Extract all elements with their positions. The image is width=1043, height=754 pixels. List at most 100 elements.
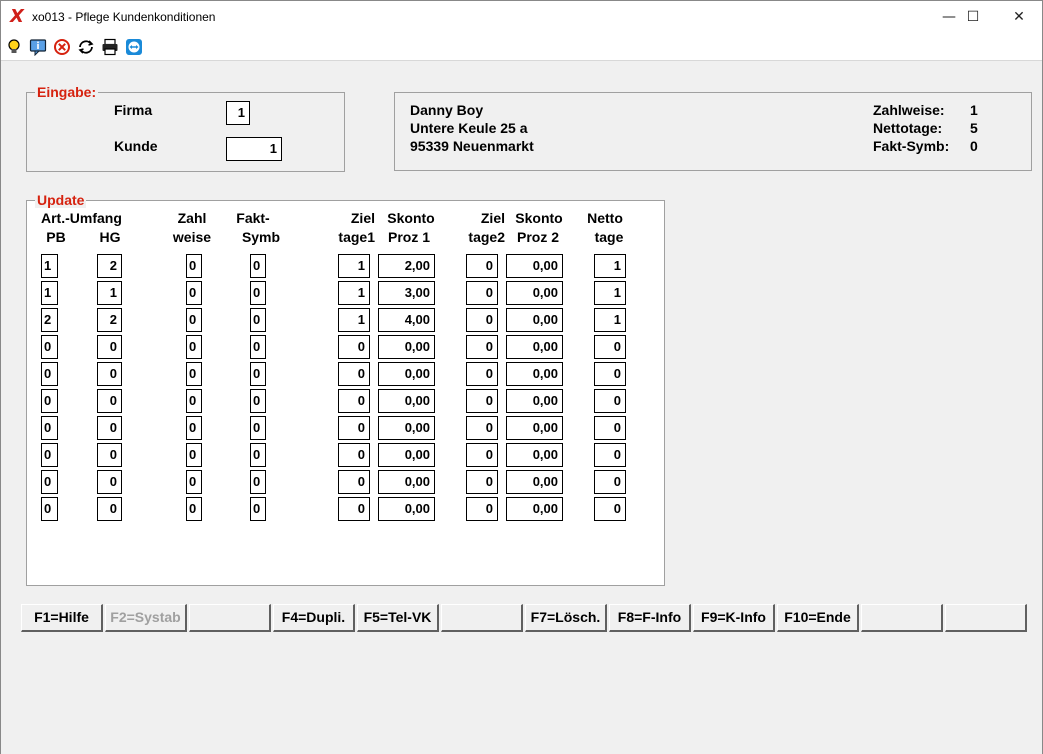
cancel-icon[interactable] xyxy=(53,38,71,56)
kunde-field[interactable]: 1 xyxy=(226,137,282,161)
skonto2-field[interactable]: 0,00 xyxy=(506,362,563,386)
hg-field[interactable]: 1 xyxy=(97,281,122,305)
hg-field[interactable]: 0 xyxy=(97,362,122,386)
skonto1-field[interactable]: 0,00 xyxy=(378,416,435,440)
pb-field[interactable]: 0 xyxy=(41,335,58,359)
fkey-f1-button[interactable]: F1=Hilfe xyxy=(21,604,103,632)
zieltage1-field[interactable]: 1 xyxy=(338,254,370,278)
nettotage-field[interactable]: 0 xyxy=(594,335,626,359)
skonto1-field[interactable]: 0,00 xyxy=(378,335,435,359)
zahlweise-field[interactable]: 0 xyxy=(186,497,202,521)
zahlweise-field[interactable]: 0 xyxy=(186,416,202,440)
teamviewer-icon[interactable] xyxy=(125,38,143,56)
faktsymb-field[interactable]: 0 xyxy=(250,281,266,305)
firma-field[interactable]: 1 xyxy=(226,101,250,125)
fkey-f9-button[interactable]: F9=K-Info xyxy=(693,604,775,632)
fkey-f10-button[interactable]: F10=Ende xyxy=(777,604,859,632)
skonto2-field[interactable]: 0,00 xyxy=(506,335,563,359)
print-icon[interactable] xyxy=(101,38,119,56)
pb-field[interactable]: 0 xyxy=(41,362,58,386)
faktsymb-field[interactable]: 0 xyxy=(250,443,266,467)
hg-field[interactable]: 0 xyxy=(97,335,122,359)
pb-field[interactable]: 0 xyxy=(41,416,58,440)
pb-field[interactable]: 0 xyxy=(41,497,58,521)
hg-field[interactable]: 0 xyxy=(97,416,122,440)
faktsymb-field[interactable]: 0 xyxy=(250,389,266,413)
skonto2-field[interactable]: 0,00 xyxy=(506,443,563,467)
zieltage2-field[interactable]: 0 xyxy=(466,389,498,413)
fkey-f8-button[interactable]: F8=F-Info xyxy=(609,604,691,632)
zahlweise-field[interactable]: 0 xyxy=(186,443,202,467)
hg-field[interactable]: 2 xyxy=(97,308,122,332)
nettotage-field[interactable]: 0 xyxy=(594,470,626,494)
nettotage-field[interactable]: 0 xyxy=(594,416,626,440)
zieltage1-field[interactable]: 0 xyxy=(338,362,370,386)
nettotage-field[interactable]: 0 xyxy=(594,362,626,386)
hg-field[interactable]: 0 xyxy=(97,497,122,521)
skonto1-field[interactable]: 0,00 xyxy=(378,443,435,467)
fkey-f4-button[interactable]: F4=Dupli. xyxy=(273,604,355,632)
zieltage1-field[interactable]: 0 xyxy=(338,335,370,359)
fkey-empty-11-button[interactable] xyxy=(945,604,1027,632)
faktsymb-field[interactable]: 0 xyxy=(250,470,266,494)
zieltage1-field[interactable]: 0 xyxy=(338,497,370,521)
skonto2-field[interactable]: 0,00 xyxy=(506,254,563,278)
faktsymb-field[interactable]: 0 xyxy=(250,254,266,278)
nettotage-field[interactable]: 0 xyxy=(594,497,626,521)
maximize-button[interactable]: ☐ xyxy=(950,1,996,33)
skonto1-field[interactable]: 4,00 xyxy=(378,308,435,332)
zieltage2-field[interactable]: 0 xyxy=(466,497,498,521)
pb-field[interactable]: 0 xyxy=(41,443,58,467)
zieltage1-field[interactable]: 1 xyxy=(338,308,370,332)
faktsymb-field[interactable]: 0 xyxy=(250,416,266,440)
zahlweise-field[interactable]: 0 xyxy=(186,362,202,386)
skonto2-field[interactable]: 0,00 xyxy=(506,497,563,521)
zieltage1-field[interactable]: 0 xyxy=(338,416,370,440)
skonto1-field[interactable]: 0,00 xyxy=(378,389,435,413)
pb-field[interactable]: 0 xyxy=(41,389,58,413)
zahlweise-field[interactable]: 0 xyxy=(186,470,202,494)
fkey-empty-5-button[interactable] xyxy=(441,604,523,632)
pb-field[interactable]: 1 xyxy=(41,281,58,305)
hg-field[interactable]: 0 xyxy=(97,443,122,467)
zahlweise-field[interactable]: 0 xyxy=(186,308,202,332)
zahlweise-field[interactable]: 0 xyxy=(186,281,202,305)
zahlweise-field[interactable]: 0 xyxy=(186,389,202,413)
pb-field[interactable]: 1 xyxy=(41,254,58,278)
zieltage1-field[interactable]: 0 xyxy=(338,443,370,467)
zieltage1-field[interactable]: 0 xyxy=(338,389,370,413)
zahlweise-field[interactable]: 0 xyxy=(186,254,202,278)
faktsymb-field[interactable]: 0 xyxy=(250,308,266,332)
pb-field[interactable]: 2 xyxy=(41,308,58,332)
skonto2-field[interactable]: 0,00 xyxy=(506,308,563,332)
zieltage2-field[interactable]: 0 xyxy=(466,254,498,278)
zieltage2-field[interactable]: 0 xyxy=(466,362,498,386)
zieltage2-field[interactable]: 0 xyxy=(466,335,498,359)
zieltage2-field[interactable]: 0 xyxy=(466,443,498,467)
fkey-f2-button[interactable]: F2=Systab xyxy=(105,604,187,632)
zieltage2-field[interactable]: 0 xyxy=(466,281,498,305)
skonto1-field[interactable]: 0,00 xyxy=(378,497,435,521)
zieltage2-field[interactable]: 0 xyxy=(466,308,498,332)
skonto1-field[interactable]: 2,00 xyxy=(378,254,435,278)
nettotage-field[interactable]: 0 xyxy=(594,389,626,413)
skonto2-field[interactable]: 0,00 xyxy=(506,281,563,305)
faktsymb-field[interactable]: 0 xyxy=(250,362,266,386)
lightbulb-icon[interactable] xyxy=(5,38,23,56)
nettotage-field[interactable]: 1 xyxy=(594,254,626,278)
nettotage-field[interactable]: 0 xyxy=(594,443,626,467)
nettotage-field[interactable]: 1 xyxy=(594,281,626,305)
pb-field[interactable]: 0 xyxy=(41,470,58,494)
skonto1-field[interactable]: 3,00 xyxy=(378,281,435,305)
skonto2-field[interactable]: 0,00 xyxy=(506,416,563,440)
faktsymb-field[interactable]: 0 xyxy=(250,497,266,521)
info-icon[interactable] xyxy=(29,38,47,56)
skonto2-field[interactable]: 0,00 xyxy=(506,470,563,494)
fkey-empty-10-button[interactable] xyxy=(861,604,943,632)
zieltage2-field[interactable]: 0 xyxy=(466,470,498,494)
zahlweise-field[interactable]: 0 xyxy=(186,335,202,359)
fkey-empty-2-button[interactable] xyxy=(189,604,271,632)
nettotage-field[interactable]: 1 xyxy=(594,308,626,332)
skonto2-field[interactable]: 0,00 xyxy=(506,389,563,413)
zieltage2-field[interactable]: 0 xyxy=(466,416,498,440)
